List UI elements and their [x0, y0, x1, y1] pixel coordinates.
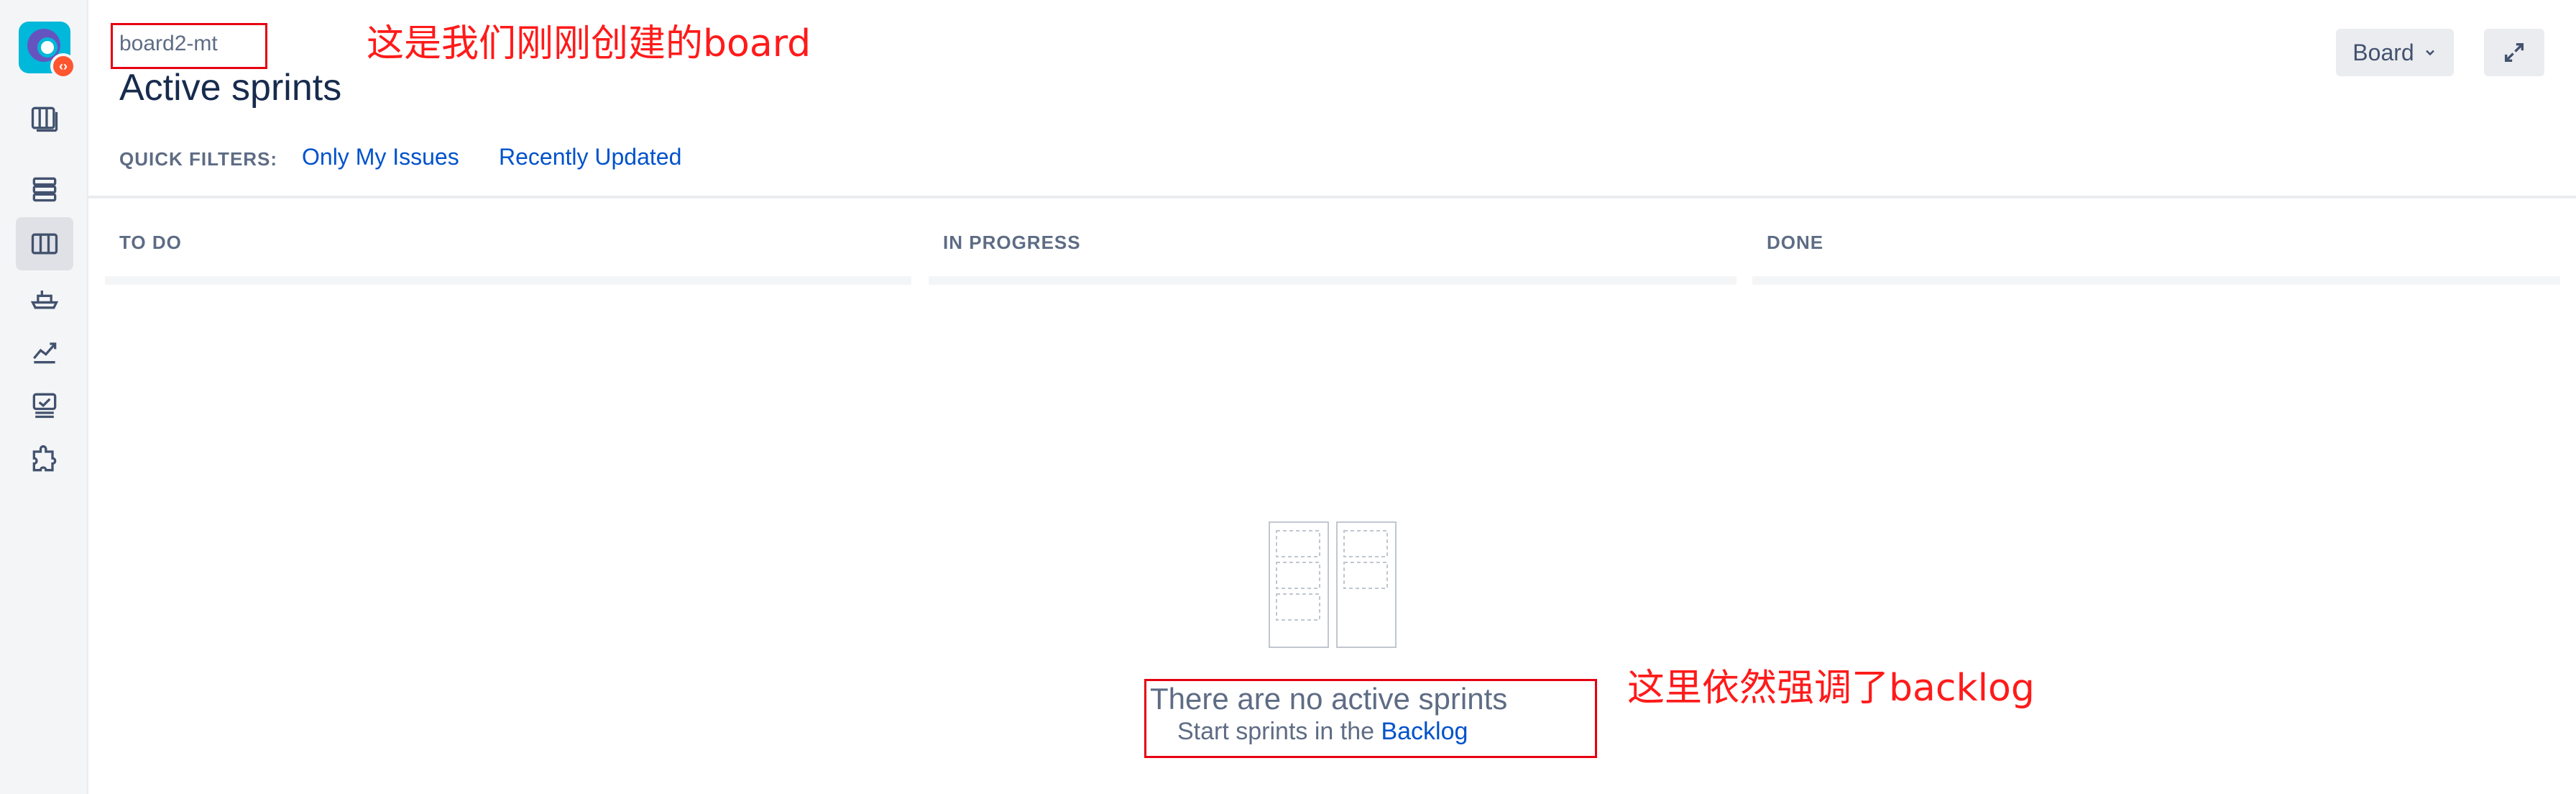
- header-divider: [88, 196, 2576, 198]
- column-header-todo: TO DO: [119, 232, 182, 253]
- empty-state-subtitle: Start sprints in the Backlog: [1177, 718, 1468, 746]
- empty-board-illustration: [1269, 521, 1397, 648]
- expand-button[interactable]: [2484, 29, 2544, 76]
- annotation-bottom: 这里依然强调了backlog: [1627, 667, 2035, 710]
- breadcrumb[interactable]: board2-mt: [119, 32, 218, 56]
- sidebar-item-addons[interactable]: [16, 433, 73, 486]
- chevron-down-icon: [2425, 50, 2434, 56]
- project-logo[interactable]: ‹›: [19, 22, 76, 79]
- active-sprints-icon: [31, 233, 58, 255]
- addons-icon: [32, 445, 57, 472]
- sidebar-item-releases[interactable]: [16, 272, 73, 325]
- column-done: [1752, 276, 2560, 285]
- column-header-in-progress: IN PROGRESS: [943, 232, 1081, 253]
- sidebar-item-active-sprints[interactable]: [16, 217, 73, 270]
- board-button-label: Board: [2352, 39, 2414, 65]
- annotation-top: 这是我们刚刚创建的board: [367, 22, 811, 65]
- board-dropdown-button[interactable]: Board: [2336, 29, 2454, 76]
- sidebar-item-boards[interactable]: [16, 92, 73, 145]
- empty-state-subtitle-text: Start sprints in the: [1177, 718, 1375, 745]
- column-header-done: DONE: [1767, 232, 1824, 253]
- column-in-progress: [929, 276, 1736, 285]
- reports-icon: [33, 342, 57, 364]
- column-todo: [105, 276, 911, 285]
- filter-recently-updated[interactable]: Recently Updated: [499, 144, 681, 170]
- sidebar-item-issues[interactable]: [16, 378, 73, 432]
- empty-state-title: There are no active sprints: [1150, 682, 1508, 716]
- sidebar-item-backlog[interactable]: [16, 163, 73, 216]
- backlog-link[interactable]: Backlog: [1381, 718, 1468, 745]
- sidebar-item-reports[interactable]: [16, 325, 73, 378]
- project-badge: ‹›: [50, 53, 76, 79]
- filter-only-my-issues[interactable]: Only My Issues: [302, 144, 459, 170]
- backlog-icon: [32, 177, 57, 202]
- issues-icon: [32, 393, 57, 419]
- board-icon: [31, 106, 58, 132]
- quick-filters-label: QUICK FILTERS:: [119, 148, 278, 170]
- expand-icon: [2504, 42, 2524, 63]
- sidebar: ‹›: [0, 0, 88, 794]
- app-root: ‹› board2-mt 这是我们刚刚创建的board Active sprin…: [0, 0, 2576, 794]
- releases-icon: [30, 291, 59, 309]
- page-title: Active sprints: [119, 67, 342, 109]
